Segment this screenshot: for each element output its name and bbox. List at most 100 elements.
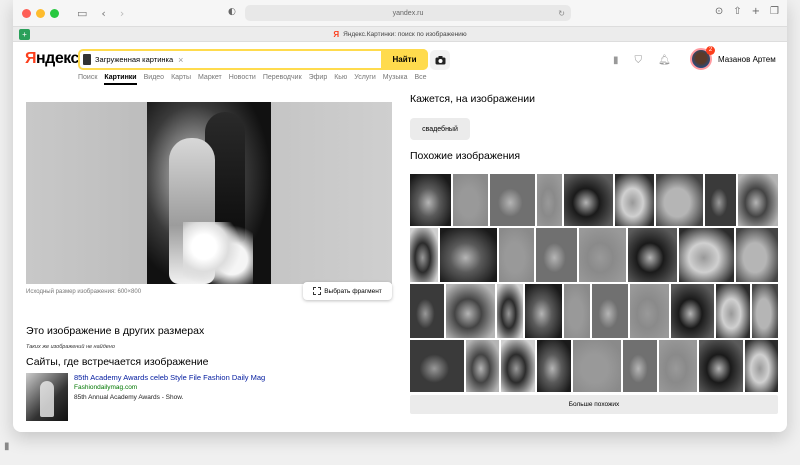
tab-title[interactable]: Яндекс.Картинки: поиск по изображению: [343, 31, 467, 38]
collections-icon[interactable]: ▮: [613, 55, 619, 66]
nav-item-7[interactable]: Эфир: [309, 74, 328, 85]
similar-image-thumb[interactable]: [752, 284, 778, 338]
tabs-overview-icon[interactable]: ❐: [770, 6, 779, 17]
reload-icon[interactable]: ↻: [558, 9, 565, 18]
toolbar-right: ⊙ ⇧ + ❐: [715, 6, 779, 17]
nav-item-10[interactable]: Музыка: [383, 74, 408, 85]
similar-image-thumb[interactable]: [499, 228, 534, 282]
similar-image-thumb[interactable]: [623, 340, 657, 392]
crop-icon: [313, 287, 322, 295]
similar-image-thumb[interactable]: [656, 174, 703, 226]
privacy-shield-icon[interactable]: ◐: [228, 7, 236, 17]
security-shield-icon[interactable]: ⛉: [635, 55, 643, 66]
site-result-domain[interactable]: Fashiondailymag.com: [74, 384, 265, 391]
similar-image-thumb[interactable]: [453, 174, 488, 226]
site-result-description: 85th Annual Academy Awards - Show.: [74, 394, 184, 401]
service-nav-items: Поиск Картинки Видео Карты Маркет Новости Пере…: [78, 74, 427, 85]
nav-item-6[interactable]: Переводчик: [263, 74, 302, 85]
similar-image-thumb[interactable]: [630, 284, 669, 338]
nav-item-5[interactable]: Новости: [229, 74, 256, 85]
share-icon[interactable]: ⇧: [733, 6, 741, 17]
similar-image-thumb[interactable]: [716, 284, 750, 338]
main-content: Исходный размер изображения: 600×800 Выб…: [13, 88, 787, 432]
nav-item-8[interactable]: Кью: [334, 74, 347, 85]
nav-item-9[interactable]: Услуги: [354, 74, 376, 85]
tab-bar: + Я Яндекс.Картинки: поиск по изображени…: [13, 26, 787, 42]
service-nav: Поиск Картинки Видео Карты Маркет Новости Пере…: [13, 74, 787, 88]
similar-image-thumb[interactable]: [410, 174, 451, 226]
similar-image-thumb[interactable]: [525, 284, 562, 338]
yandex-logo[interactable]: Яндекс: [25, 50, 79, 68]
remove-image-icon[interactable]: ×: [178, 55, 183, 65]
search-button[interactable]: Найти: [381, 49, 428, 70]
username[interactable]: Мазанов Артем: [718, 55, 776, 64]
yandex-header: Яндекс Загруженная картинка × Найти ▮ ⛉ …: [13, 42, 787, 74]
notifications-bell-icon[interactable]: 🔔︎: [658, 55, 671, 66]
forward-icon[interactable]: ›: [120, 7, 124, 20]
similar-image-thumb[interactable]: [659, 340, 697, 392]
more-similar-button[interactable]: Больше похожих: [410, 395, 778, 414]
minimize-window-button[interactable]: [36, 8, 45, 18]
sidebar-toggle-icon[interactable]: ▭: [77, 7, 87, 20]
new-tab-icon[interactable]: +: [752, 6, 760, 17]
zoom-window-button[interactable]: [50, 8, 59, 18]
similar-image-thumb[interactable]: [497, 284, 523, 338]
similar-image-thumb[interactable]: [536, 228, 577, 282]
similar-image-thumb[interactable]: [564, 284, 590, 338]
notification-badge: 2: [706, 46, 715, 55]
similar-image-thumb[interactable]: [446, 284, 495, 338]
browser-window: ▭ ‹ › ◐ yandex.ru ↻ ⊙ ⇧ + ❐ + Я Яндекс.К…: [13, 0, 787, 432]
site-result-link[interactable]: 85th Academy Awards celeb Style File Fas…: [74, 373, 265, 382]
downloads-icon[interactable]: ⊙: [715, 6, 723, 17]
original-size-text: Исходный размер изображения: 600×800: [26, 289, 142, 295]
select-fragment-button[interactable]: Выбрать фрагмент: [303, 282, 392, 300]
similar-image-thumb[interactable]: [410, 228, 438, 282]
tag-chip[interactable]: свадебный: [410, 118, 470, 140]
nav-item-2[interactable]: Видео: [144, 74, 164, 85]
pinned-tab-icon[interactable]: +: [19, 29, 30, 40]
uploaded-image-label: Загруженная картинка: [95, 55, 174, 64]
browser-titlebar: ▭ ‹ › ◐ yandex.ru ↻ ⊙ ⇧ + ❐: [13, 0, 787, 26]
similar-image-thumb[interactable]: [579, 228, 626, 282]
nav-item-1[interactable]: Картинки: [104, 74, 137, 85]
uploaded-image-chip[interactable]: Загруженная картинка ×: [83, 52, 187, 67]
similar-image-thumb[interactable]: [699, 340, 743, 392]
similar-image-thumb[interactable]: [573, 340, 621, 392]
search-box[interactable]: Загруженная картинка × Найти: [78, 49, 428, 70]
camera-icon: [435, 55, 445, 64]
nav-item-4[interactable]: Маркет: [198, 74, 222, 85]
similar-image-thumb[interactable]: [410, 340, 464, 392]
nav-item-0[interactable]: Поиск: [78, 74, 97, 85]
back-icon[interactable]: ‹: [101, 7, 105, 20]
bookmark-icon[interactable]: ▮: [4, 441, 10, 452]
similar-image-thumb[interactable]: [410, 284, 444, 338]
similar-image-thumb[interactable]: [501, 340, 535, 392]
nav-item-3[interactable]: Карты: [171, 74, 191, 85]
similar-image-thumb[interactable]: [736, 228, 778, 282]
similar-image-thumb[interactable]: [466, 340, 499, 392]
similar-image-thumb[interactable]: [592, 284, 628, 338]
address-bar[interactable]: yandex.ru ↻: [245, 5, 571, 21]
other-sizes-empty-text: Таких же изображений не найдено: [26, 344, 115, 350]
tab-favicon: Я: [333, 29, 340, 39]
uploaded-image-preview[interactable]: [26, 102, 392, 284]
camera-search-button[interactable]: [430, 50, 450, 70]
similar-image-thumb[interactable]: [679, 228, 734, 282]
nav-item-11[interactable]: Все: [415, 74, 427, 85]
similar-image-thumb[interactable]: [705, 174, 736, 226]
close-window-button[interactable]: [22, 8, 31, 18]
uploaded-image-thumb: [83, 54, 91, 65]
similar-image-thumb[interactable]: [440, 228, 497, 282]
site-result-thumbnail[interactable]: [26, 373, 68, 421]
similar-image-thumb[interactable]: [745, 340, 778, 392]
similar-image-thumb[interactable]: [490, 174, 535, 226]
similar-image-thumb[interactable]: [564, 174, 613, 226]
window-controls: [17, 8, 59, 18]
similar-image-thumb[interactable]: [537, 174, 562, 226]
similar-image-thumb[interactable]: [537, 340, 571, 392]
similar-image-thumb[interactable]: [738, 174, 778, 226]
similar-image-thumb[interactable]: [671, 284, 714, 338]
address-bar-url: yandex.ru: [392, 9, 424, 17]
similar-image-thumb[interactable]: [615, 174, 654, 226]
similar-image-thumb[interactable]: [628, 228, 677, 282]
